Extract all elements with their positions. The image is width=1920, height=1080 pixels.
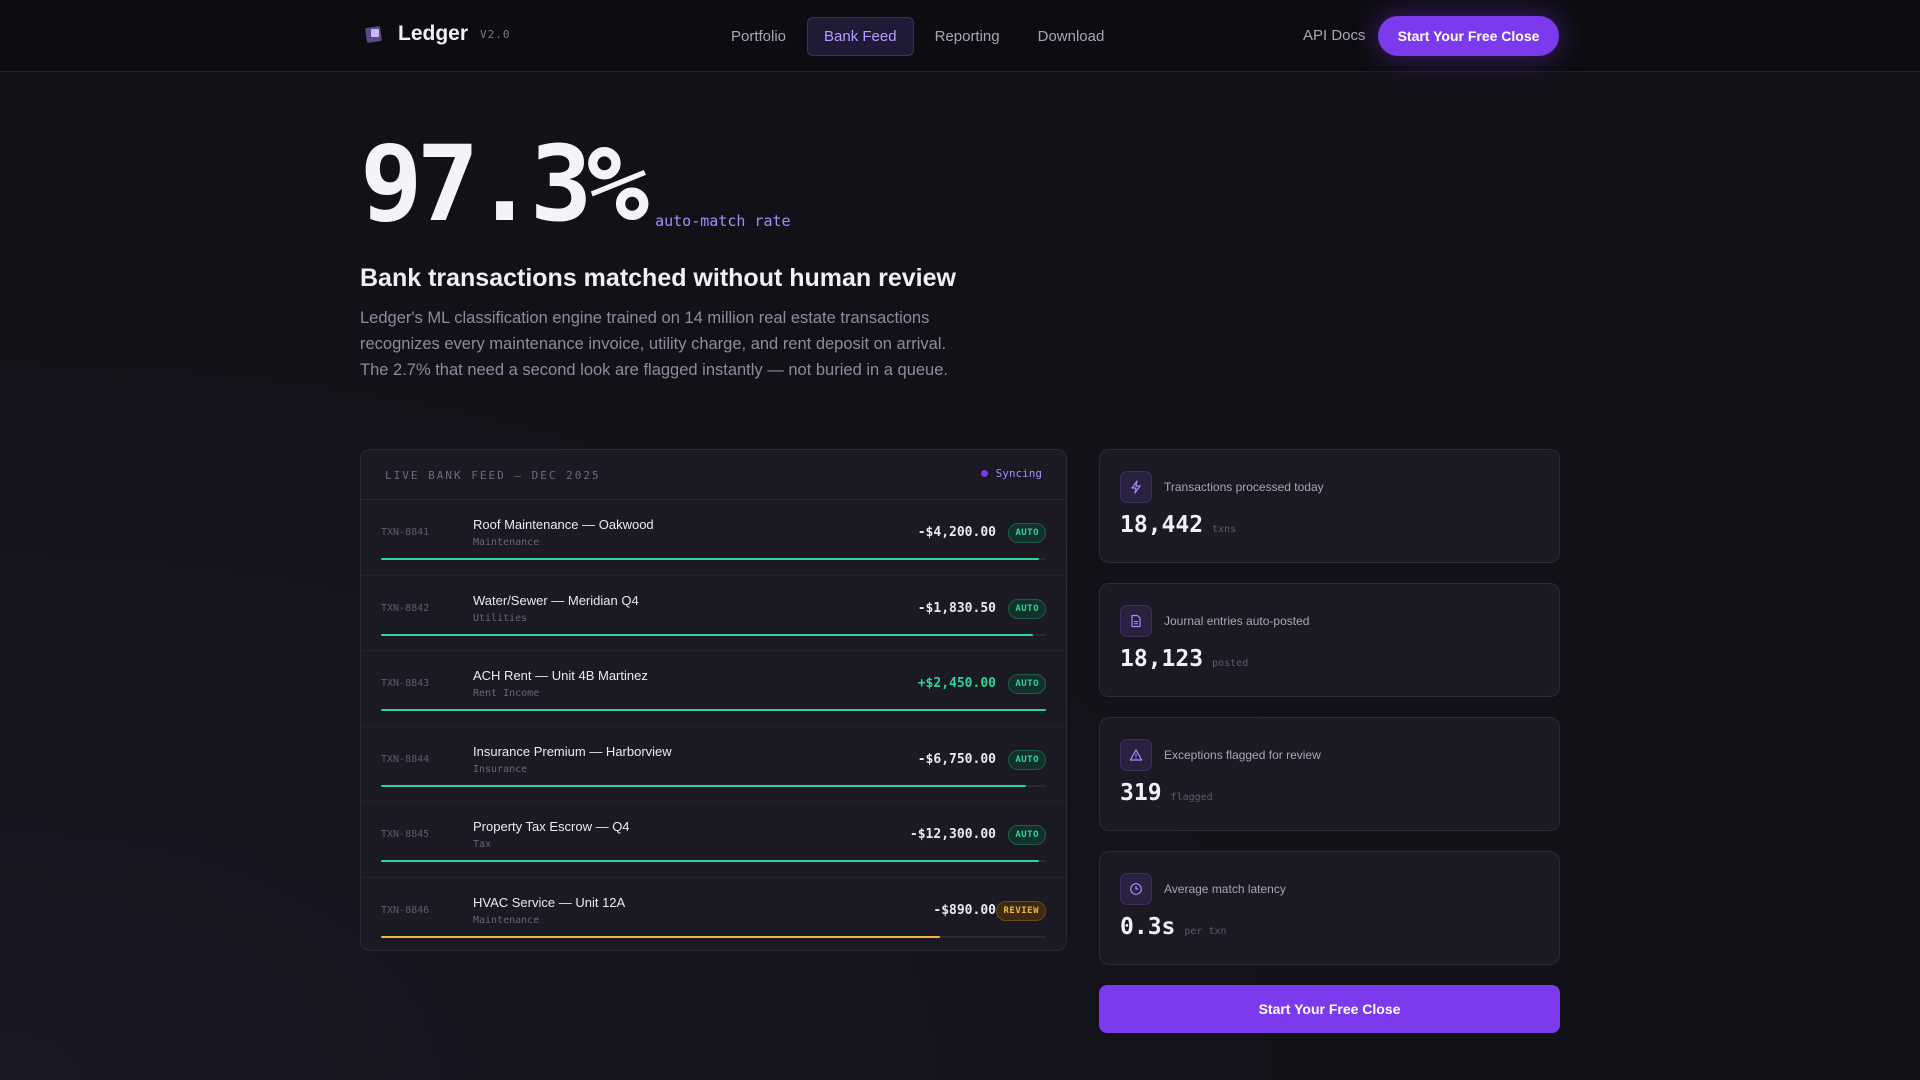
stat-unit: flagged bbox=[1170, 792, 1213, 803]
match-status-badge: AUTO bbox=[1008, 523, 1046, 543]
transaction-row[interactable]: TXN-8844 Insurance Premium — Harborview In… bbox=[361, 727, 1066, 802]
sync-dot-icon bbox=[980, 470, 988, 477]
confidence-bar-fill bbox=[381, 784, 1027, 787]
transaction-name: Insurance Premium — Harborview bbox=[473, 743, 672, 759]
stat-label: Journal entries auto-posted bbox=[1164, 614, 1310, 628]
transaction-id: TXN-8843 bbox=[381, 678, 430, 689]
nav-links: Portfolio Bank Feed Reporting Download bbox=[714, 17, 1125, 56]
transaction-id: TXN-8844 bbox=[381, 753, 430, 765]
stat-card-transactions: Transactions processed today 18,442 txns bbox=[1099, 449, 1560, 563]
transaction-id: TXN-8845 bbox=[381, 829, 430, 840]
ledger-logo-icon bbox=[364, 24, 384, 44]
feed-header: LIVE BANK FEED — DEC 2025 Syncing bbox=[361, 450, 1066, 500]
transaction-amount: -$12,300.00 bbox=[909, 827, 996, 842]
lightning-icon bbox=[1120, 471, 1152, 503]
stat-value: 0.3s bbox=[1120, 914, 1176, 940]
start-free-close-button[interactable]: Start Your Free Close bbox=[1378, 16, 1559, 56]
transaction-id: TXN-8846 bbox=[381, 904, 430, 916]
auto-match-rate-caption: auto-match rate bbox=[655, 212, 791, 230]
transaction-amount: -$6,750.00 bbox=[917, 751, 996, 767]
confidence-bar-track bbox=[381, 558, 1046, 560]
stat-value: 319 bbox=[1120, 780, 1162, 806]
transaction-id: TXN-8842 bbox=[381, 602, 430, 614]
match-status-badge: AUTO bbox=[1008, 825, 1046, 845]
brand[interactable]: Ledger V2.0 bbox=[364, 22, 511, 46]
confidence-bar-track bbox=[381, 935, 1046, 938]
api-docs-link[interactable]: API Docs bbox=[1303, 27, 1366, 44]
document-icon bbox=[1120, 605, 1152, 637]
transaction-row[interactable]: TXN-8842 Water/Sewer — Meridian Q4 Utiliti… bbox=[361, 576, 1066, 651]
match-status-badge: AUTO bbox=[1008, 749, 1046, 770]
transaction-category: Insurance bbox=[473, 763, 528, 775]
stat-value-group: 18,442 txns bbox=[1120, 512, 1236, 538]
confidence-bar-track bbox=[381, 784, 1046, 787]
hero-stat: 97.3% auto-match rate bbox=[360, 132, 791, 236]
nav-link-bank-feed[interactable]: Bank Feed bbox=[807, 17, 914, 56]
confidence-bar-fill bbox=[381, 860, 1040, 862]
transaction-category: Rent Income bbox=[473, 688, 540, 699]
top-nav: Ledger V2.0 Portfolio Bank Feed Reportin… bbox=[0, 0, 1920, 72]
transaction-row[interactable]: TXN-8846 HVAC Service — Unit 12A Maintenan… bbox=[361, 878, 1066, 951]
transaction-list: TXN-8841 Roof Maintenance — Oakwood Mainte… bbox=[361, 500, 1066, 951]
transaction-row[interactable]: TXN-8845 Property Tax Escrow — Q4 Tax -$12,… bbox=[361, 802, 1066, 878]
stat-label: Average match latency bbox=[1164, 882, 1286, 896]
start-free-close-button-bottom[interactable]: Start Your Free Close bbox=[1099, 985, 1560, 1033]
transaction-name: Water/Sewer — Meridian Q4 bbox=[473, 592, 639, 608]
transaction-amount: -$890.00 bbox=[933, 902, 996, 918]
stat-value: 18,123 bbox=[1120, 646, 1204, 672]
sync-status-label: Syncing bbox=[995, 467, 1042, 480]
confidence-bar-track bbox=[381, 633, 1046, 636]
confidence-bar-fill bbox=[381, 633, 1033, 636]
transaction-category: Maintenance bbox=[473, 537, 540, 548]
warning-icon bbox=[1120, 739, 1152, 771]
stat-value-group: 0.3s per txn bbox=[1120, 914, 1227, 940]
transaction-name: HVAC Service — Unit 12A bbox=[473, 894, 626, 910]
nav-link-download[interactable]: Download bbox=[1021, 17, 1122, 56]
confidence-bar-fill bbox=[381, 558, 1040, 560]
live-bank-feed-panel: LIVE BANK FEED — DEC 2025 Syncing TXN-88… bbox=[360, 449, 1067, 951]
stat-unit: per txn bbox=[1184, 926, 1227, 937]
transaction-name: ACH Rent — Unit 4B Martinez bbox=[473, 668, 648, 683]
stat-label: Exceptions flagged for review bbox=[1164, 748, 1321, 762]
nav-link-portfolio[interactable]: Portfolio bbox=[714, 17, 803, 56]
stat-value-group: 319 flagged bbox=[1120, 780, 1213, 806]
confidence-bar-track bbox=[381, 860, 1046, 862]
hero-title: Bank transactions matched without human … bbox=[360, 264, 956, 292]
confidence-bar-fill bbox=[381, 709, 1046, 711]
match-status-badge: AUTO bbox=[1008, 674, 1046, 694]
confidence-bar-track bbox=[381, 709, 1046, 711]
stat-value-group: 18,123 posted bbox=[1120, 646, 1248, 672]
stat-unit: posted bbox=[1212, 658, 1249, 669]
brand-name: Ledger bbox=[398, 22, 469, 45]
transaction-amount: -$1,830.50 bbox=[917, 600, 996, 616]
hero-description: Ledger's ML classification engine traine… bbox=[360, 309, 948, 379]
transaction-category: Maintenance bbox=[473, 914, 540, 926]
stat-label: Transactions processed today bbox=[1164, 480, 1324, 494]
transaction-row[interactable]: TXN-8843 ACH Rent — Unit 4B Martinez Rent … bbox=[361, 651, 1066, 727]
stat-card-latency: Average match latency 0.3s per txn bbox=[1099, 851, 1560, 965]
transaction-name: Roof Maintenance — Oakwood bbox=[473, 517, 654, 532]
stat-unit: txns bbox=[1212, 524, 1237, 535]
brand-version: V2.0 bbox=[480, 27, 511, 41]
transaction-amount: +$2,450.00 bbox=[917, 676, 996, 691]
transaction-name: Property Tax Escrow — Q4 bbox=[473, 819, 630, 834]
nav-link-reporting[interactable]: Reporting bbox=[918, 17, 1017, 56]
transaction-row[interactable]: TXN-8841 Roof Maintenance — Oakwood Mainte… bbox=[361, 500, 1066, 576]
stat-card-exceptions: Exceptions flagged for review 319 flagge… bbox=[1099, 717, 1560, 831]
match-status-badge: REVIEW bbox=[996, 900, 1046, 921]
auto-match-rate-value: 97.3% bbox=[360, 123, 649, 245]
match-status-badge: AUTO bbox=[1008, 598, 1046, 619]
transaction-category: Tax bbox=[473, 839, 492, 850]
stat-card-journal-entries: Journal entries auto-posted 18,123 poste… bbox=[1099, 583, 1560, 697]
confidence-bar-fill bbox=[381, 935, 940, 938]
transaction-id: TXN-8841 bbox=[381, 527, 430, 538]
stat-value: 18,442 bbox=[1120, 512, 1204, 538]
transaction-amount: -$4,200.00 bbox=[917, 525, 996, 540]
transaction-category: Utilities bbox=[473, 612, 528, 624]
sync-status: Syncing bbox=[980, 467, 1042, 480]
clock-icon bbox=[1120, 873, 1152, 905]
feed-title: LIVE BANK FEED — DEC 2025 bbox=[385, 469, 601, 482]
